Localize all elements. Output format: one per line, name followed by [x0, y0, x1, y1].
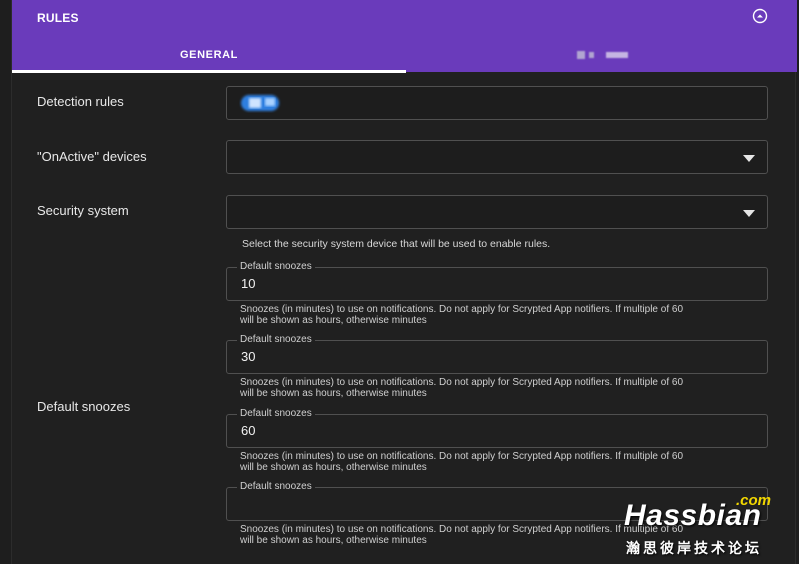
default-snoozes-helper: Snoozes (in minutes) to use on notificat…	[240, 304, 770, 326]
redacted-blur	[589, 52, 594, 58]
dropdown-arrow-icon	[743, 155, 755, 162]
rules-panel: RULES GENERAL Detection rules "OnActive"…	[11, 0, 797, 564]
security-system-helper: Select the security system device that w…	[242, 238, 551, 250]
redacted-blur	[577, 51, 585, 59]
default-snoozes-helper: Snoozes (in minutes) to use on notificat…	[240, 451, 770, 473]
redacted-chip-icon	[241, 95, 279, 111]
watermark: .com Hassbian 瀚思彼岸技术论坛	[612, 492, 797, 562]
tab-general-label: GENERAL	[180, 49, 238, 61]
default-snoozes-field[interactable]: Default snoozes 30	[226, 334, 768, 374]
field-value: 30	[241, 349, 256, 364]
watermark-sub: 瀚思彼岸技术论坛	[626, 540, 762, 556]
onactive-devices-label: "OnActive" devices	[37, 149, 147, 164]
chevron-up-icon[interactable]	[752, 8, 768, 24]
security-system-label: Security system	[37, 203, 129, 218]
field-legend: Default snoozes	[237, 481, 315, 493]
default-snoozes-field[interactable]: Default snoozes 60	[226, 408, 768, 448]
field-legend: Default snoozes	[237, 261, 315, 273]
watermark-main: Hassbian	[624, 499, 762, 532]
helper-line: will be shown as hours, otherwise minute…	[240, 461, 427, 473]
panel-header: RULES GENERAL	[12, 0, 797, 73]
default-snoozes-helper: Snoozes (in minutes) to use on notificat…	[240, 377, 770, 399]
field-legend: Default snoozes	[237, 334, 315, 346]
default-snoozes-field[interactable]: Default snoozes 10	[226, 261, 768, 301]
dropdown-arrow-icon	[743, 210, 755, 217]
field-legend: Default snoozes	[237, 408, 315, 420]
field-value: 60	[241, 423, 256, 438]
default-snoozes-label: Default snoozes	[37, 399, 131, 414]
helper-line: Snoozes (in minutes) to use on notificat…	[240, 451, 684, 462]
helper-line: will be shown as hours, otherwise minute…	[240, 314, 427, 326]
security-system-select[interactable]	[226, 195, 768, 229]
panel-title: RULES	[37, 11, 79, 25]
onactive-devices-select[interactable]	[226, 140, 768, 174]
helper-line: will be shown as hours, otherwise minute…	[240, 387, 427, 399]
helper-line: Snoozes (in minutes) to use on notificat…	[240, 377, 684, 388]
tab-redacted[interactable]	[406, 38, 797, 72]
redacted-blur	[606, 52, 628, 58]
helper-line: Snoozes (in minutes) to use on notificat…	[240, 304, 684, 315]
field-value: 10	[241, 276, 256, 291]
tab-general[interactable]: GENERAL	[12, 38, 406, 72]
detection-rules-input[interactable]	[226, 86, 768, 120]
detection-rules-label: Detection rules	[37, 94, 124, 109]
active-tab-indicator	[12, 70, 406, 73]
